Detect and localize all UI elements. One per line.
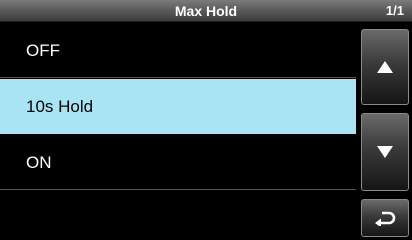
option-list: OFF 10s Hold ON <box>0 23 356 240</box>
list-item-off[interactable]: OFF <box>0 23 356 78</box>
back-button[interactable] <box>361 199 409 237</box>
scroll-up-button[interactable] <box>361 29 409 105</box>
page-title: Max Hold <box>174 3 238 19</box>
list-item-label: OFF <box>26 41 60 60</box>
scroll-sidebar <box>357 23 412 240</box>
scroll-down-button[interactable] <box>361 113 409 191</box>
triangle-down-icon <box>377 146 393 158</box>
list-item-10s-hold[interactable]: 10s Hold <box>0 79 356 134</box>
list-item-on[interactable]: ON <box>0 135 356 190</box>
list-item-label: 10s Hold <box>26 97 94 116</box>
screen: Max Hold 1/1 OFF 10s Hold ON <box>0 0 412 240</box>
triangle-up-icon <box>377 61 393 73</box>
page-indicator: 1/1 <box>385 3 404 18</box>
return-arrow-icon <box>375 211 396 226</box>
title-bar: Max Hold 1/1 <box>0 0 412 22</box>
list-item-label: ON <box>26 153 52 172</box>
